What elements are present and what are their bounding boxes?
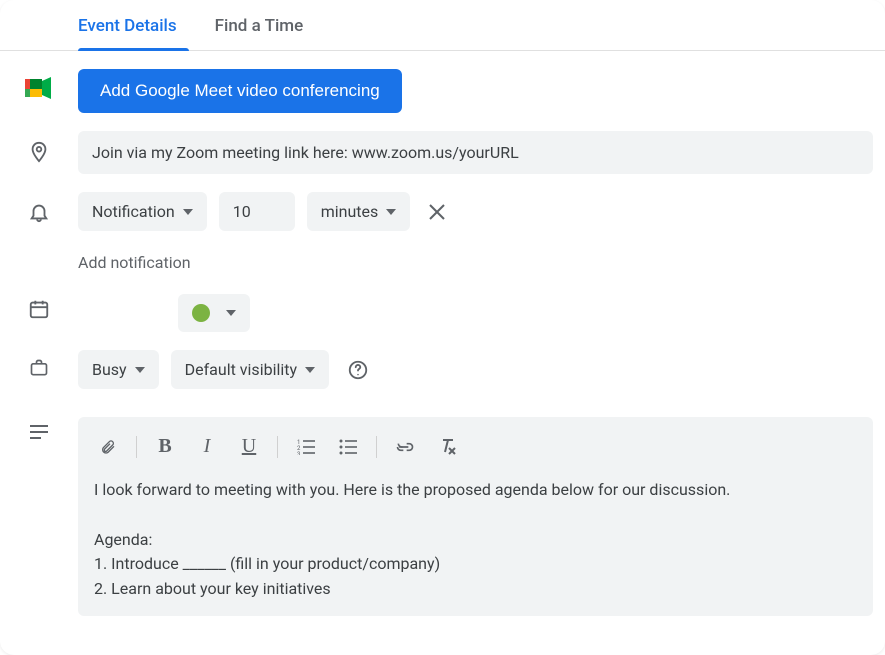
location-input[interactable]: Join via my Zoom meeting link here: www.… bbox=[78, 131, 873, 174]
location-icon bbox=[0, 131, 78, 165]
description-line: Agenda: bbox=[94, 528, 857, 553]
toolbar-divider bbox=[277, 436, 278, 458]
google-meet-icon bbox=[0, 69, 78, 99]
availability-select[interactable]: Busy bbox=[78, 350, 159, 389]
description-icon bbox=[0, 417, 78, 439]
calendar-icon bbox=[0, 290, 78, 320]
tab-find-a-time[interactable]: Find a Time bbox=[215, 4, 316, 50]
clear-formatting-icon[interactable] bbox=[433, 438, 461, 456]
caret-down-icon bbox=[386, 209, 396, 215]
insert-link-icon[interactable] bbox=[391, 441, 419, 453]
notification-type-label: Notification bbox=[92, 202, 175, 221]
description-toolbar: B I U 1 2 3 bbox=[94, 435, 857, 458]
visibility-label: Default visibility bbox=[185, 360, 297, 379]
notification-icon bbox=[0, 192, 78, 224]
notification-unit-label: minutes bbox=[321, 202, 379, 221]
color-dot-icon bbox=[192, 304, 210, 322]
availability-label: Busy bbox=[92, 360, 127, 379]
remove-notification-button[interactable] bbox=[422, 197, 452, 227]
caret-down-icon bbox=[183, 209, 193, 215]
notification-number-input[interactable]: 10 bbox=[219, 192, 295, 231]
visibility-help-icon[interactable] bbox=[347, 359, 369, 381]
visibility-select[interactable]: Default visibility bbox=[171, 350, 329, 389]
notification-unit-select[interactable]: minutes bbox=[307, 192, 411, 231]
toolbar-divider bbox=[376, 436, 377, 458]
bold-icon[interactable]: B bbox=[151, 435, 179, 458]
notification-type-select[interactable]: Notification bbox=[78, 192, 207, 231]
numbered-list-icon[interactable]: 1 2 3 bbox=[292, 439, 320, 455]
add-notification-button[interactable]: Add notification bbox=[78, 253, 873, 272]
description-line: 1. Introduce ______ (fill in your produc… bbox=[94, 552, 857, 577]
attach-file-icon[interactable] bbox=[94, 437, 122, 457]
description-text[interactable]: I look forward to meeting with you. Here… bbox=[94, 478, 857, 602]
description-line: I look forward to meeting with you. Here… bbox=[94, 478, 857, 503]
tab-event-details[interactable]: Event Details bbox=[78, 4, 189, 50]
bulleted-list-icon[interactable] bbox=[334, 439, 362, 455]
description-box[interactable]: B I U 1 2 3 bbox=[78, 417, 873, 616]
caret-down-icon bbox=[305, 367, 315, 373]
event-color-select[interactable] bbox=[178, 294, 250, 332]
svg-text:3: 3 bbox=[297, 451, 300, 455]
underline-icon[interactable]: U bbox=[235, 435, 263, 458]
italic-icon[interactable]: I bbox=[193, 435, 221, 458]
tabs: Event Details Find a Time bbox=[0, 4, 885, 51]
toolbar-divider bbox=[136, 436, 137, 458]
caret-down-icon bbox=[226, 310, 236, 316]
add-google-meet-button[interactable]: Add Google Meet video conferencing bbox=[78, 69, 402, 113]
briefcase-icon bbox=[0, 350, 78, 378]
caret-down-icon bbox=[135, 367, 145, 373]
description-line: 2. Learn about your key initiatives bbox=[94, 577, 857, 602]
